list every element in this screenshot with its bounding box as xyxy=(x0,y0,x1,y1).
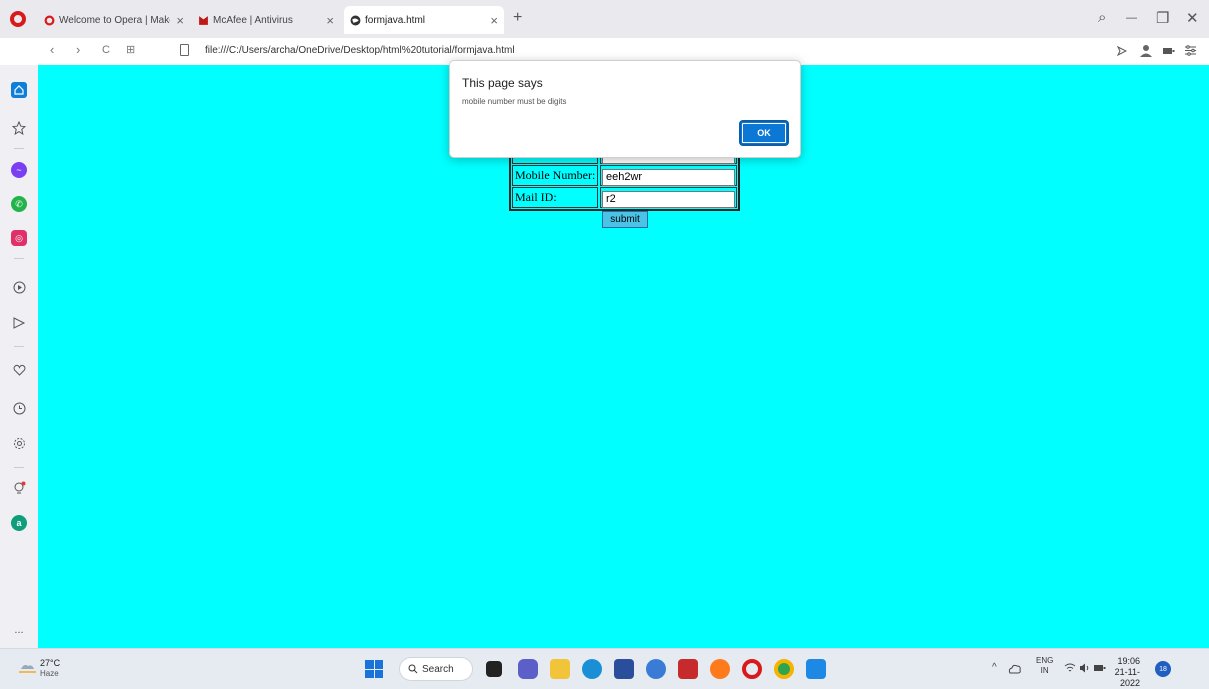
tab-title: Welcome to Opera | Make xyxy=(59,14,171,26)
tab-title: formjava.html xyxy=(365,14,426,26)
store-icon[interactable] xyxy=(614,659,634,679)
messenger-icon[interactable]: ~ xyxy=(11,162,27,178)
screen: Welcome to Opera | Make × McAfee | Antiv… xyxy=(0,0,1209,689)
wifi-icon[interactable] xyxy=(1064,663,1076,673)
star-icon[interactable] xyxy=(11,120,27,136)
sidebar: ~ ✆ ◎ a ... xyxy=(0,65,38,648)
tab-mcafee[interactable]: McAfee | Antivirus × xyxy=(192,6,340,34)
tab-welcome-opera[interactable]: Welcome to Opera | Make × xyxy=(38,6,190,34)
mail-input[interactable] xyxy=(602,190,735,208)
sidebar-divider xyxy=(14,148,24,149)
firefox-icon[interactable] xyxy=(710,659,730,679)
search-icon xyxy=(408,664,418,674)
profile-icon[interactable] xyxy=(1140,44,1152,57)
mcafee-favicon-icon xyxy=(199,15,208,25)
tab-grid-button[interactable]: ⊞ xyxy=(126,43,135,56)
clock-date: 21-11-2022 xyxy=(1114,667,1140,688)
whatsapp-icon[interactable]: ✆ xyxy=(11,196,27,212)
url-field[interactable]: file:///C:/Users/archa/OneDrive/Desktop/… xyxy=(205,45,515,56)
tab-formjava[interactable]: formjava.html × xyxy=(344,6,504,34)
language-indicator[interactable]: ENG IN xyxy=(1036,656,1053,676)
form-row-mail: Mail ID: xyxy=(512,187,737,208)
tab-close-icon[interactable]: × xyxy=(320,13,334,28)
send-to-flow-icon[interactable] xyxy=(1117,46,1127,56)
lightbulb-icon[interactable] xyxy=(11,480,27,496)
history-icon[interactable] xyxy=(11,400,27,416)
lang-code: ENG xyxy=(1036,656,1054,665)
sidebar-divider xyxy=(14,258,24,259)
tab-bar: Welcome to Opera | Make × McAfee | Antiv… xyxy=(0,0,1209,38)
home-icon[interactable] xyxy=(11,82,27,98)
file-explorer-icon[interactable] xyxy=(550,659,570,679)
photos-icon[interactable] xyxy=(646,659,666,679)
chevron-up-icon[interactable]: ^ xyxy=(992,662,997,673)
submit-button[interactable]: submit xyxy=(602,211,648,228)
alert-dialog: This page says mobile number must be dig… xyxy=(449,60,801,158)
edge-icon[interactable] xyxy=(582,659,602,679)
notification-badge[interactable]: 18 xyxy=(1155,661,1171,677)
close-window-button[interactable]: ✕ xyxy=(1186,9,1199,27)
dialog-message: mobile number must be digits xyxy=(462,97,567,106)
opera-menu-icon[interactable] xyxy=(10,11,26,27)
settings-icon[interactable] xyxy=(11,435,27,451)
tab-search-icon[interactable]: ⌕ xyxy=(1098,9,1106,26)
volume-icon[interactable] xyxy=(1079,663,1091,673)
dialog-title: This page says xyxy=(462,76,543,90)
task-view-icon[interactable] xyxy=(486,661,502,677)
mobile-label: Mobile Number: xyxy=(512,165,598,186)
back-button[interactable]: ‹ xyxy=(50,42,54,57)
vscode-icon[interactable] xyxy=(806,659,826,679)
battery-saver-icon[interactable] xyxy=(1163,47,1175,55)
opera-favicon-icon xyxy=(44,15,55,25)
reload-button[interactable]: C xyxy=(102,44,110,56)
clock[interactable]: 19:06 21-11-2022 xyxy=(1100,656,1140,689)
teams-chat-icon[interactable] xyxy=(518,659,538,679)
aria-icon[interactable]: a xyxy=(11,515,27,531)
form-row-mobile: Mobile Number: xyxy=(512,165,737,186)
chrome-icon[interactable] xyxy=(774,659,794,679)
easy-setup-icon[interactable] xyxy=(1185,45,1196,56)
sidebar-divider xyxy=(14,467,24,468)
globe-icon xyxy=(350,15,361,25)
cloud-icon[interactable] xyxy=(1008,663,1021,674)
clock-time: 19:06 xyxy=(1117,656,1140,666)
new-tab-button[interactable]: + xyxy=(513,9,522,27)
minimize-button[interactable]: — xyxy=(1126,12,1137,24)
weather-condition[interactable]: Haze xyxy=(40,669,59,678)
opera-taskbar-icon[interactable] xyxy=(742,659,762,679)
lang-region: IN xyxy=(1040,666,1049,675)
tab-title: McAfee | Antivirus xyxy=(213,14,293,26)
restore-button[interactable]: ❐ xyxy=(1156,9,1169,27)
player-icon[interactable] xyxy=(11,279,27,295)
heart-icon[interactable] xyxy=(11,362,27,378)
taskbar-search[interactable]: Search xyxy=(399,657,473,681)
tab-close-icon[interactable]: × xyxy=(484,13,498,28)
mail-label: Mail ID: xyxy=(512,187,598,208)
mail-cell xyxy=(600,187,737,208)
search-label: Search xyxy=(422,663,454,675)
windows-start-icon[interactable] xyxy=(365,660,383,678)
haze-weather-icon[interactable] xyxy=(19,661,36,673)
weather-temp[interactable]: 27°C xyxy=(40,658,60,668)
mcafee-icon[interactable] xyxy=(678,659,698,679)
tab-close-icon[interactable]: × xyxy=(170,13,184,28)
taskbar: 27°C Haze Search ^ ENG IN 19:06 21-11-20… xyxy=(0,648,1209,689)
forward-button[interactable]: › xyxy=(76,42,80,57)
mobile-cell xyxy=(600,165,737,186)
more-icon[interactable]: ... xyxy=(11,622,27,638)
ok-button[interactable]: OK xyxy=(739,120,789,146)
mobile-input[interactable] xyxy=(602,168,735,186)
sidebar-divider xyxy=(14,346,24,347)
instagram-icon[interactable]: ◎ xyxy=(11,230,27,246)
send-icon[interactable] xyxy=(11,315,27,331)
page-info-icon[interactable] xyxy=(180,44,189,56)
